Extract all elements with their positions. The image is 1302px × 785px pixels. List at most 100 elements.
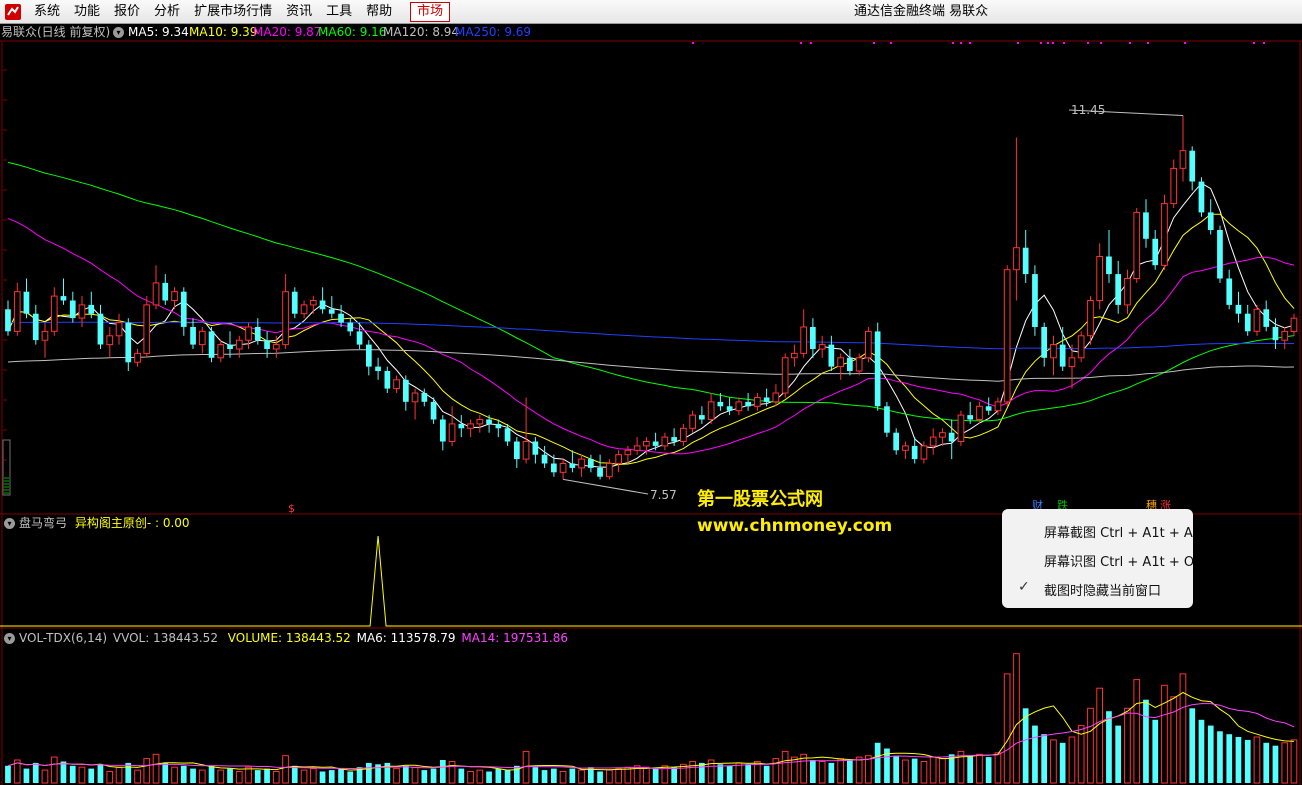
volume-bar xyxy=(1272,745,1279,783)
volume-bar xyxy=(874,742,881,783)
volume-bar xyxy=(1207,725,1214,783)
candle-body xyxy=(1106,256,1112,275)
candle-body xyxy=(514,441,520,460)
info-dot xyxy=(873,42,875,44)
volume-bar xyxy=(1235,737,1242,783)
candle-body xyxy=(319,300,326,310)
volume-bar xyxy=(97,764,104,783)
candle-body xyxy=(272,344,280,350)
candle-body xyxy=(134,352,141,363)
candle-body xyxy=(855,357,863,372)
volume-bar xyxy=(1198,719,1205,783)
volume-bar xyxy=(152,753,160,784)
volume-bar xyxy=(366,762,372,783)
candle-body xyxy=(1096,256,1104,302)
candle-body xyxy=(217,344,225,359)
ctx-item-screenshot[interactable]: 屏幕截图 Ctrl + A1t + A xyxy=(1044,522,1193,541)
high-price-label: 11.45 xyxy=(1071,103,1106,117)
candle-body xyxy=(800,326,807,354)
ctx-item-hide-window[interactable]: 截图时隐藏当前窗口 xyxy=(1044,580,1161,599)
volume-bar xyxy=(227,768,233,783)
kline-chart[interactable] xyxy=(0,0,1302,785)
candle-body xyxy=(1179,150,1187,169)
dollar-marker: $ xyxy=(288,502,295,515)
volume-bar xyxy=(717,764,724,783)
volume-bar xyxy=(245,766,252,784)
volume-bar xyxy=(541,770,548,783)
candle-body xyxy=(1041,327,1047,358)
sub-indicator-name[interactable]: 盘马弯弓 xyxy=(19,516,67,530)
volume-bar xyxy=(60,761,67,783)
candle-body xyxy=(680,427,687,442)
candle-body xyxy=(1263,309,1270,327)
volume-bar xyxy=(180,765,187,783)
volume-bar xyxy=(347,771,354,783)
volume-bar xyxy=(1217,731,1223,783)
candle-body xyxy=(356,331,363,345)
check-icon: ✓ xyxy=(1018,579,1030,595)
volume-bar xyxy=(291,765,298,783)
candle-body xyxy=(1077,335,1085,359)
volume-bar xyxy=(818,761,826,784)
context-menu: 屏幕截图 Ctrl + A1t + A 屏幕识图 Ctrl + A1t + O … xyxy=(1002,509,1194,608)
candle-body xyxy=(1272,327,1279,341)
candle-body xyxy=(837,357,844,368)
candle-body xyxy=(495,423,502,429)
candle-body xyxy=(606,463,613,478)
candle-body xyxy=(32,313,39,341)
candle-body xyxy=(375,366,381,371)
candle-body xyxy=(1133,211,1141,279)
candle-body xyxy=(208,331,215,358)
volume-bar xyxy=(578,769,585,784)
ma120-line xyxy=(7,349,1295,382)
volume-value: VOLUME: 138443.52 xyxy=(227,631,351,645)
volume-bar xyxy=(893,755,899,783)
volume-bar xyxy=(272,771,280,784)
vol-collapse-icon[interactable]: ▾ xyxy=(4,631,19,645)
candle-body xyxy=(198,330,206,346)
candle-body xyxy=(994,401,1002,412)
volume-bar xyxy=(338,768,344,783)
volume-bar xyxy=(985,757,992,783)
volume-bar xyxy=(115,766,123,784)
sub-collapse-icon[interactable]: ▾ xyxy=(4,516,19,530)
candle-body xyxy=(1161,203,1168,266)
candle-body xyxy=(643,441,650,447)
candle-body xyxy=(1253,308,1261,332)
info-dot xyxy=(1040,42,1042,44)
candle-body xyxy=(1032,274,1038,327)
vol-indicator-name[interactable]: VOL-TDX(6,14) xyxy=(19,631,107,645)
candle-body xyxy=(699,415,705,420)
volume-bar xyxy=(735,762,743,784)
info-dot xyxy=(1129,42,1131,44)
candle-body xyxy=(291,291,298,314)
candle-body xyxy=(88,304,95,314)
volume-bar xyxy=(606,769,613,784)
volume-bar xyxy=(1096,687,1104,784)
volume-bar xyxy=(920,761,928,784)
candle-body xyxy=(818,344,826,350)
candle-body xyxy=(588,459,594,468)
candle-body xyxy=(551,463,557,473)
candle-body xyxy=(624,449,632,456)
ctx-item-screen-recognize[interactable]: 屏幕识图 Ctrl + A1t + O xyxy=(1044,551,1194,570)
volume-bar xyxy=(411,766,419,784)
volume-bar xyxy=(1041,734,1047,783)
volume-bar xyxy=(929,756,937,784)
volume-bar xyxy=(1032,725,1038,783)
candle-body xyxy=(476,419,484,425)
candle-body xyxy=(227,344,233,349)
candle-body xyxy=(735,401,743,412)
candle-body xyxy=(615,454,622,465)
volume-bar xyxy=(235,771,243,784)
volume-bar xyxy=(828,762,835,783)
volume-bar xyxy=(134,769,141,784)
volume-bar xyxy=(781,750,789,784)
candle-body xyxy=(772,392,780,403)
candle-body xyxy=(1050,344,1057,359)
info-dot xyxy=(952,42,954,44)
candle-body xyxy=(1207,212,1214,230)
candle-body xyxy=(440,419,446,442)
candle-body xyxy=(1281,330,1289,341)
vvol-value: VVOL: 138443.52 xyxy=(112,631,218,645)
